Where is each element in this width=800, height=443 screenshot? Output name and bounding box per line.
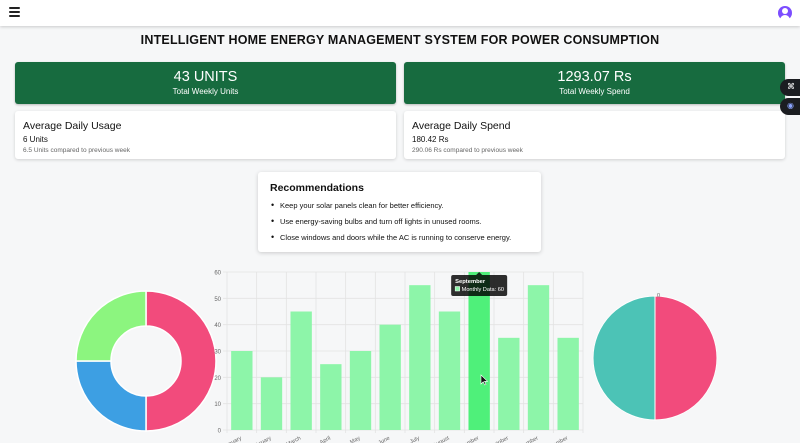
total-weekly-units-label: Total Weekly Units (172, 87, 239, 96)
y-tick-label: 0 (218, 429, 222, 435)
bar-july[interactable] (409, 285, 431, 430)
discord-side-button[interactable]: ◉ (780, 98, 800, 115)
recommendation-item: Close windows and doors while the AC is … (270, 232, 541, 242)
recommendation-item: Keep your solar panels clean for better … (270, 200, 541, 210)
bar-march[interactable] (290, 311, 312, 431)
bar-february[interactable] (260, 377, 283, 430)
bar-april[interactable] (320, 364, 342, 430)
bar-october[interactable] (498, 337, 520, 430)
polar-area-chart: 0 (592, 293, 718, 421)
recommendations-title: Recommendations (270, 182, 364, 194)
recommendations-list: Keep your solar panels clean for better … (270, 200, 541, 242)
recommendations-card: Recommendations Keep your solar panels c… (258, 172, 541, 252)
x-tick-label: March (286, 435, 303, 443)
tooltip-value: Monthly Data: 60 (462, 287, 504, 293)
average-daily-spend-title: Average Daily Spend (412, 120, 511, 132)
x-tick-label: December (543, 435, 569, 443)
x-tick-label: June (378, 435, 392, 443)
bar-november[interactable] (527, 285, 550, 430)
y-tick-label: 30 (214, 350, 221, 356)
average-daily-usage-title: Average Daily Usage (23, 120, 122, 132)
doughnut-slice[interactable] (75, 360, 147, 432)
y-tick-label: 60 (214, 271, 221, 277)
total-weekly-units-card: 43 UNITS Total Weekly Units (15, 62, 396, 104)
total-weekly-spend-value: 1293.07 Rs (557, 69, 632, 85)
x-tick-label: September (453, 435, 480, 443)
y-tick-label: 50 (214, 297, 221, 303)
tooltip-swatch (454, 286, 460, 292)
average-daily-spend-comparison: 290.06 Rs compared to previous week (412, 147, 523, 154)
x-tick-label: May (349, 435, 361, 443)
bar-august[interactable] (438, 311, 461, 431)
x-tick-label: October (489, 435, 510, 443)
y-tick-label: 20 (214, 376, 221, 382)
doughnut-chart (75, 290, 217, 432)
total-weekly-units-value: 43 UNITS (173, 69, 238, 85)
x-tick-label: February (250, 435, 273, 443)
tooltip-title: September (455, 279, 486, 285)
x-tick-label: August (432, 435, 451, 443)
polar-slice[interactable] (654, 295, 718, 421)
discord-icon: ◉ (787, 101, 794, 110)
average-daily-usage-card: Average Daily Usage 6 Units 6.5 Units co… (15, 111, 396, 159)
y-tick-label: 10 (214, 402, 221, 408)
page-title: INTELLIGENT HOME ENERGY MANAGEMENT SYSTE… (140, 33, 660, 47)
bar-tooltip: September Monthly Data: 60 (451, 272, 508, 296)
hamburger-menu-icon[interactable] (9, 7, 20, 17)
recommendation-item: Use energy-saving bulbs and turn off lig… (270, 216, 541, 226)
total-weekly-spend-label: Total Weekly Spend (559, 87, 630, 96)
widget-side-button[interactable]: ⌘ (780, 79, 800, 96)
user-avatar-icon[interactable] (778, 6, 792, 20)
x-tick-label: January (222, 435, 243, 443)
x-tick-label: April (319, 435, 332, 443)
app-header (0, 0, 800, 26)
polar-tick-label: 0 (657, 293, 660, 299)
monthly-bar-chart: 0 10 20 30 40 50 60 January February March April Ma… (214, 271, 584, 443)
average-daily-spend-card: Average Daily Spend 180.42 Rs 290.06 Rs … (404, 111, 785, 159)
y-tick-label: 40 (214, 323, 221, 329)
average-daily-usage-comparison: 6.5 Units compared to previous week (23, 147, 130, 154)
grid-icon: ⌘ (787, 82, 795, 91)
polar-slice[interactable] (592, 295, 656, 421)
bar-may[interactable] (349, 351, 372, 430)
total-weekly-spend-card: 1293.07 Rs Total Weekly Spend (404, 62, 785, 104)
average-daily-usage-value: 6 Units (23, 135, 48, 144)
x-tick-label: July (409, 435, 421, 443)
bar-december[interactable] (557, 337, 579, 430)
average-daily-spend-value: 180.42 Rs (412, 135, 449, 144)
bar-june[interactable] (379, 324, 401, 430)
doughnut-slice[interactable] (75, 290, 147, 362)
bar-january[interactable] (231, 351, 253, 430)
x-tick-label: November (514, 435, 540, 443)
